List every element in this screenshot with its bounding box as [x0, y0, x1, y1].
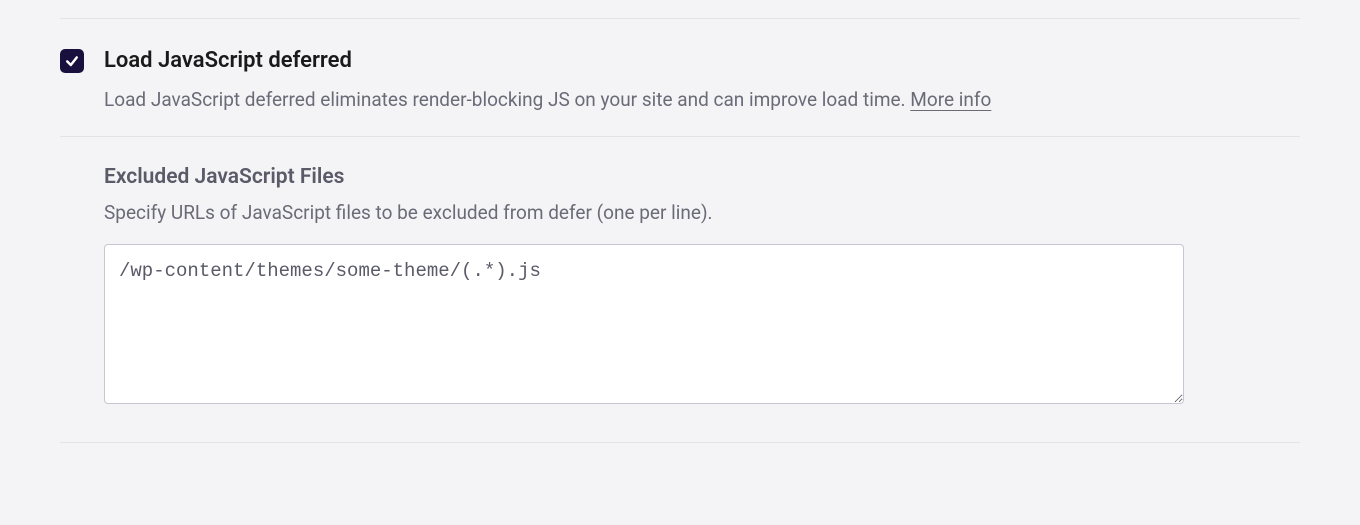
option-content: Load JavaScript deferred Load JavaScript…: [104, 47, 1300, 114]
excluded-title: Excluded JavaScript Files: [104, 165, 1300, 189]
option-description: Load JavaScript deferred eliminates rend…: [104, 86, 1300, 115]
excluded-description: Specify URLs of JavaScript files to be e…: [104, 199, 1300, 228]
option-title: Load JavaScript deferred: [104, 47, 1300, 76]
option-row: Load JavaScript deferred Load JavaScript…: [60, 47, 1300, 114]
load-js-deferred-section: Load JavaScript deferred Load JavaScript…: [60, 18, 1300, 136]
check-icon: [64, 53, 80, 69]
option-description-text: Load JavaScript deferred eliminates rend…: [104, 88, 910, 111]
excluded-content: Excluded JavaScript Files Specify URLs o…: [60, 165, 1300, 408]
more-info-link[interactable]: More info: [910, 88, 991, 111]
excluded-js-section: Excluded JavaScript Files Specify URLs o…: [60, 136, 1300, 443]
excluded-js-textarea[interactable]: [104, 244, 1184, 404]
load-js-deferred-checkbox[interactable]: [60, 49, 84, 73]
